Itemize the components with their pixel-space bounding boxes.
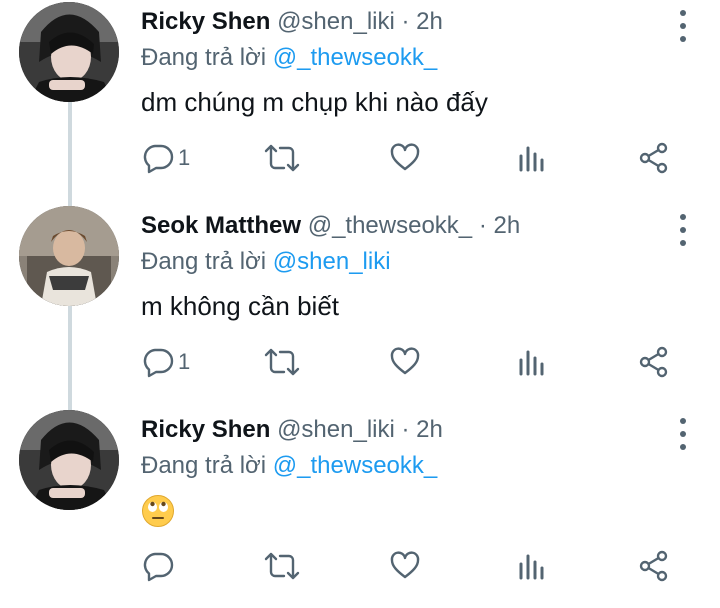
analytics-icon: [519, 350, 544, 376]
display-name[interactable]: Seok Matthew: [141, 212, 301, 239]
separator-dot: ·: [478, 212, 487, 239]
tweet[interactable]: Seok Matthew @_thewseokk_ · 2h Đang trả …: [0, 204, 720, 404]
tweet-text: m không cần biết: [141, 291, 340, 321]
share-button[interactable]: [638, 342, 670, 382]
share-icon: [639, 346, 668, 378]
user-handle[interactable]: @shen_liki: [277, 416, 395, 443]
analytics-button[interactable]: [516, 546, 548, 586]
tweet-text: dm chúng m chụp khi nào đấy: [141, 87, 488, 117]
action-bar: 1: [0, 342, 720, 382]
reply-mention[interactable]: @_thewseokk_: [273, 452, 437, 479]
reply-context: Đang trả lời @_thewseokk_: [141, 451, 437, 481]
reply-icon: [143, 144, 174, 174]
timestamp[interactable]: 2h: [494, 212, 521, 239]
reply-button[interactable]: 1: [142, 138, 190, 178]
share-button[interactable]: [638, 138, 670, 178]
reply-icon: [143, 552, 174, 582]
reply-prefix: Đang trả lời: [141, 248, 267, 275]
share-icon: [639, 550, 668, 582]
like-button[interactable]: [389, 342, 421, 382]
reply-icon: [143, 348, 174, 378]
more-options-icon[interactable]: [678, 214, 688, 246]
retweet-icon: [264, 348, 300, 376]
action-bar: 1: [0, 138, 720, 178]
reply-prefix: Đang trả lời: [141, 452, 267, 479]
tweet[interactable]: Ricky Shen @shen_liki · 2h Đang trả lời …: [0, 0, 720, 200]
retweet-button[interactable]: [264, 138, 300, 178]
separator-dot: ·: [401, 8, 410, 35]
face-with-rolling-eyes-emoji: [142, 495, 174, 527]
retweet-button[interactable]: [264, 546, 300, 586]
like-icon: [390, 143, 420, 171]
like-icon: [390, 551, 420, 579]
timestamp[interactable]: 2h: [416, 8, 443, 35]
reply-context: Đang trả lời @_thewseokk_: [141, 43, 437, 73]
user-handle[interactable]: @shen_liki: [277, 8, 395, 35]
like-button[interactable]: [389, 546, 421, 586]
user-handle[interactable]: @_thewseokk_: [308, 212, 472, 239]
timestamp[interactable]: 2h: [416, 416, 443, 443]
reply-prefix: Đang trả lời: [141, 44, 267, 71]
reply-mention[interactable]: @_thewseokk_: [273, 44, 437, 71]
tweet[interactable]: Ricky Shen @shen_liki · 2h Đang trả lời …: [0, 408, 720, 608]
reply-button[interactable]: [142, 546, 178, 586]
retweet-icon: [264, 552, 300, 580]
avatar[interactable]: [19, 206, 119, 306]
avatar[interactable]: [19, 410, 119, 510]
action-bar: [0, 546, 720, 586]
more-options-icon[interactable]: [678, 10, 688, 42]
display-name[interactable]: Ricky Shen: [141, 8, 270, 35]
avatar[interactable]: [19, 2, 119, 102]
analytics-button[interactable]: [516, 342, 548, 382]
separator-dot: ·: [401, 416, 410, 443]
reply-mention[interactable]: @shen_liki: [273, 248, 391, 275]
display-name[interactable]: Ricky Shen: [141, 416, 270, 443]
analytics-button[interactable]: [516, 138, 548, 178]
like-icon: [390, 347, 420, 375]
retweet-icon: [264, 144, 300, 172]
reply-count: 1: [178, 145, 191, 170]
analytics-icon: [519, 554, 544, 580]
retweet-button[interactable]: [264, 342, 300, 382]
reply-count: 1: [178, 349, 191, 374]
analytics-icon: [519, 146, 544, 172]
share-button[interactable]: [638, 546, 670, 586]
like-button[interactable]: [389, 138, 421, 178]
reply-button[interactable]: 1: [142, 342, 190, 382]
share-icon: [639, 142, 668, 174]
reply-context: Đang trả lời @shen_liki: [141, 247, 391, 277]
more-options-icon[interactable]: [678, 418, 688, 450]
